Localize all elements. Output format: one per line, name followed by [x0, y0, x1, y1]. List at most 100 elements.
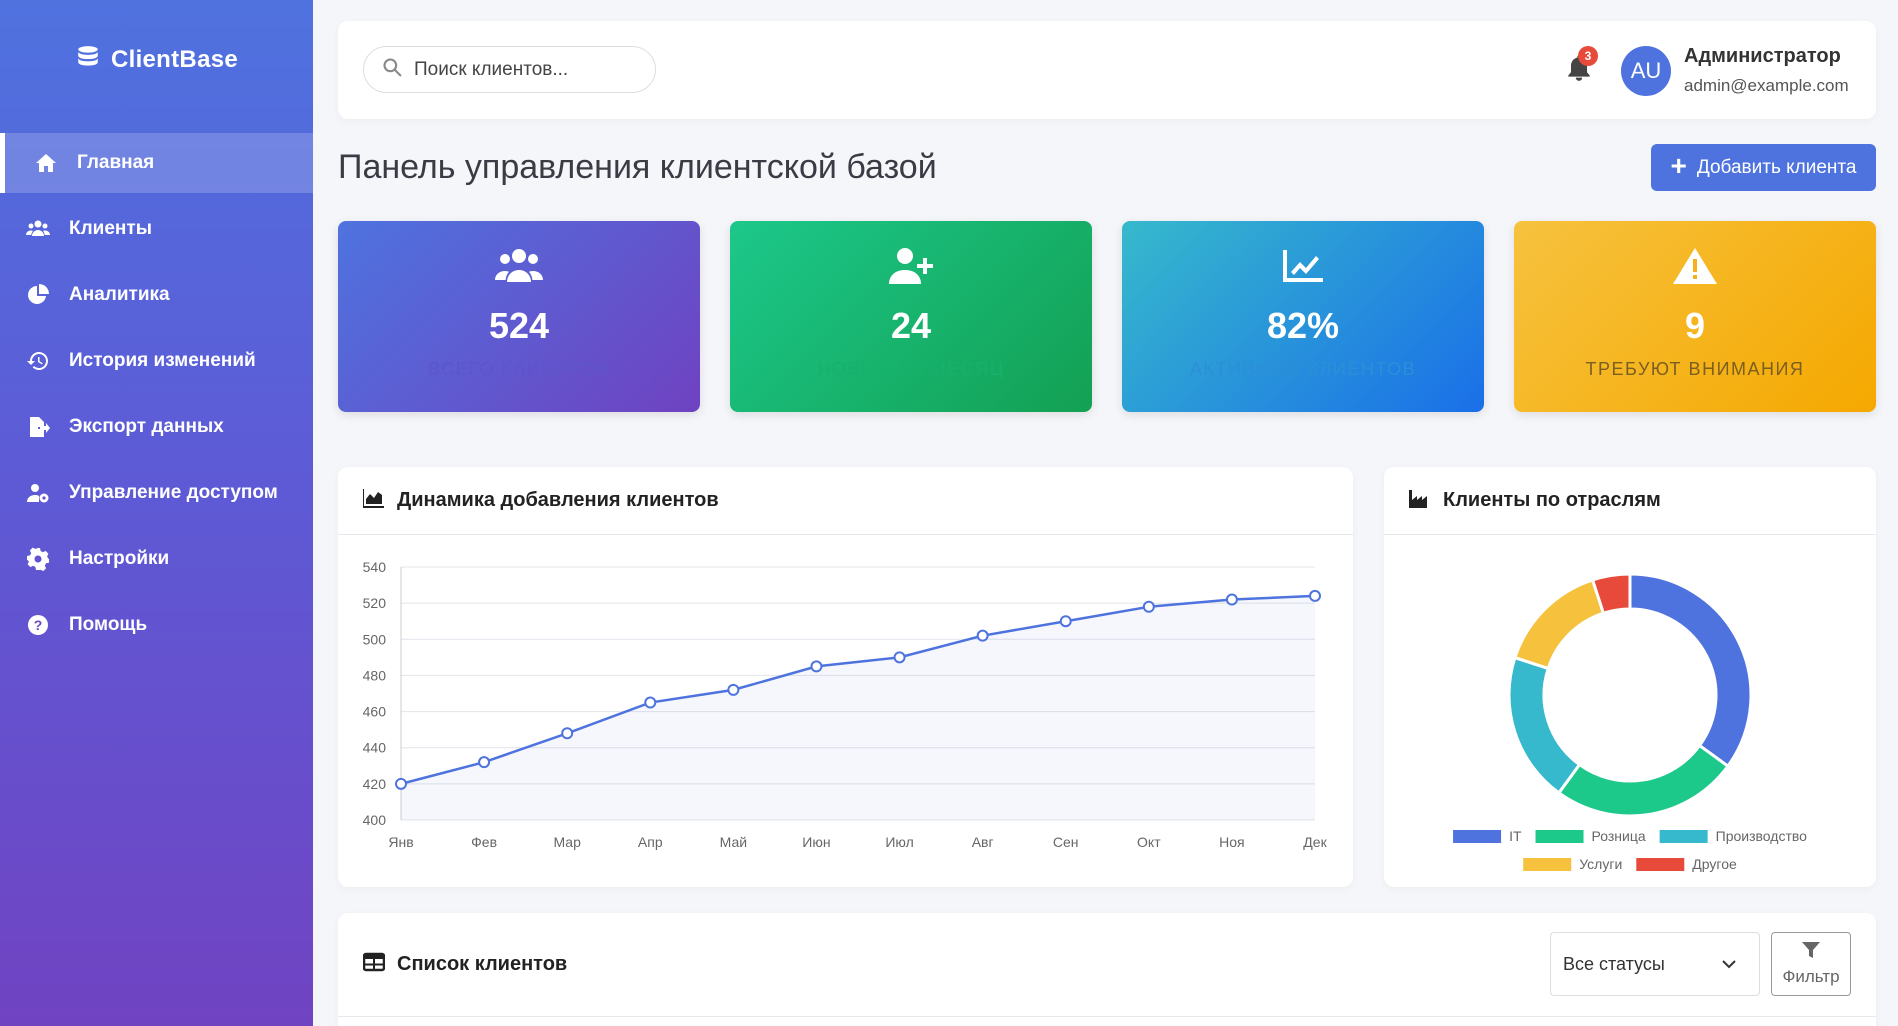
y-tick-label: 420 — [363, 776, 387, 792]
stat-label: Всего клиентов — [428, 359, 610, 379]
avatar[interactable]: AU — [1621, 46, 1671, 96]
chart-line-icon — [1277, 243, 1329, 289]
legend-label: Производство — [1716, 828, 1807, 844]
donut-slice[interactable] — [1556, 743, 1730, 818]
card-title: Список клиентов — [397, 953, 568, 975]
history-icon — [25, 348, 51, 374]
gear-icon — [25, 546, 51, 572]
card-title: Динамика добавления клиентов — [397, 489, 719, 511]
stat-value: 24 — [890, 305, 932, 346]
stat-value: 524 — [488, 305, 550, 346]
sidebar-item-label: Аналитика — [69, 284, 170, 305]
stat-card-active-clients: 82% Активных клиентов — [1122, 221, 1484, 412]
data-point[interactable] — [1059, 615, 1072, 628]
stat-value: 9 — [1684, 305, 1706, 346]
filter-label: Фильтр — [1782, 966, 1840, 986]
y-tick-label: 400 — [363, 812, 387, 828]
donut-slice[interactable] — [1628, 572, 1753, 769]
sidebar-item-label: Помощь — [69, 614, 148, 635]
line-chart: 400 420 440 460 480 500 520 540 Янв Фев Мар Апр Май И… — [363, 559, 1328, 850]
card-header: Динамика добавления клиентов — [338, 467, 1353, 535]
plus-icon: + — [1670, 150, 1687, 181]
data-point[interactable] — [1309, 589, 1321, 602]
x-tick-label: Окт — [1137, 834, 1161, 850]
x-tick-label: Мар — [553, 834, 581, 850]
help-icon: ? — [25, 612, 51, 638]
x-tick-label: Дек — [1303, 834, 1327, 850]
data-point[interactable] — [478, 756, 491, 769]
filter-button[interactable]: Фильтр — [1771, 932, 1851, 996]
series-area — [401, 595, 1315, 820]
x-tick-label: Сен — [1053, 834, 1079, 850]
sidebar-item-label: Управление доступом — [69, 482, 278, 503]
pie-chart-icon — [25, 282, 51, 308]
data-point[interactable] — [810, 660, 823, 673]
x-tick-label: Апр — [638, 834, 663, 850]
legend-label: Розница — [1592, 828, 1646, 844]
stat-value: 82% — [1266, 305, 1340, 346]
y-tick-label: 460 — [363, 704, 387, 720]
x-tick-label: Июл — [885, 834, 913, 850]
data-point[interactable] — [1225, 593, 1238, 606]
sidebar-nav: Главная Клиенты Аналитика История измене… — [0, 133, 313, 655]
y-tick-label: 520 — [363, 595, 387, 611]
sidebar-item-label: Настройки — [69, 548, 170, 569]
y-tick-label: 440 — [363, 740, 387, 756]
data-point[interactable] — [644, 696, 657, 709]
sidebar: ClientBase Главная Клиенты Аналитика Ист… — [0, 0, 313, 1026]
client-list-card: Список клиентов Все статусы Фильтр — [338, 913, 1876, 1026]
x-tick-label: Авг — [972, 834, 994, 850]
industry-card: Клиенты по отраслям IT Розница Производств… — [1384, 467, 1876, 887]
add-client-button[interactable]: + Добавить клиента — [1651, 144, 1876, 191]
data-point[interactable] — [893, 651, 906, 664]
card-header: Клиенты по отраслям — [1384, 467, 1876, 535]
legend-swatch — [1636, 858, 1685, 871]
search-box[interactable] — [363, 46, 656, 93]
table-icon — [362, 952, 386, 978]
sidebar-item-access[interactable]: Управление доступом — [0, 463, 313, 523]
client-growth-card: Динамика добавления клиентов 400 420 440 46… — [338, 467, 1353, 887]
search-input[interactable] — [414, 58, 634, 81]
donut-chart: IT Розница Производство Услуги Другое — [1453, 572, 1807, 872]
stat-card-attention: 9 Требуют внимания — [1514, 221, 1876, 412]
y-tick-label: 480 — [363, 667, 387, 683]
data-point[interactable] — [1142, 600, 1155, 613]
stat-label: Требуют внимания — [1585, 359, 1805, 379]
users-icon — [493, 243, 545, 289]
stat-card-total-clients: 524 Всего клиентов — [338, 221, 700, 412]
sidebar-item-home[interactable]: Главная — [0, 133, 313, 193]
data-point[interactable] — [727, 683, 740, 696]
sidebar-item-help[interactable]: ? Помощь — [0, 595, 313, 655]
sidebar-item-export[interactable]: Экспорт данных — [0, 397, 313, 457]
sidebar-item-history[interactable]: История изменений — [0, 331, 313, 391]
home-icon — [33, 150, 59, 176]
sidebar-item-clients[interactable]: Клиенты — [0, 199, 313, 259]
donut-slice[interactable] — [1513, 578, 1606, 671]
y-tick-label: 500 — [363, 631, 387, 647]
sidebar-item-label: Главная — [77, 152, 155, 173]
warning-icon — [1669, 243, 1721, 289]
data-point[interactable] — [561, 727, 574, 740]
data-point[interactable] — [395, 777, 407, 790]
x-tick-label: Май — [720, 834, 747, 850]
legend-label: Другое — [1692, 856, 1737, 872]
status-select[interactable]: Все статусы — [1550, 932, 1760, 996]
sidebar-item-analytics[interactable]: Аналитика — [0, 265, 313, 325]
status-select-value: Все статусы — [1563, 953, 1665, 974]
x-tick-label: Ноя — [1219, 834, 1244, 850]
notifications-button[interactable]: 3 — [1566, 46, 1598, 87]
industry-icon — [1409, 488, 1431, 514]
bell-icon — [1566, 55, 1592, 87]
user-name: Администратор — [1684, 45, 1841, 67]
stat-label: Новых за месяц — [817, 359, 1005, 379]
stat-card-new-clients: 24 Новых за месяц — [730, 221, 1092, 412]
donut-slice[interactable] — [1507, 655, 1582, 795]
brand-logo[interactable]: ClientBase — [0, 0, 313, 120]
sidebar-item-settings[interactable]: Настройки — [0, 529, 313, 589]
x-tick-label: Янв — [388, 834, 413, 850]
filter-icon — [1802, 941, 1820, 963]
data-point[interactable] — [976, 629, 989, 642]
user-email: admin@example.com — [1684, 76, 1849, 95]
legend-label: IT — [1509, 828, 1522, 844]
topbar: 3 AU Администратор admin@example.com — [338, 21, 1876, 119]
